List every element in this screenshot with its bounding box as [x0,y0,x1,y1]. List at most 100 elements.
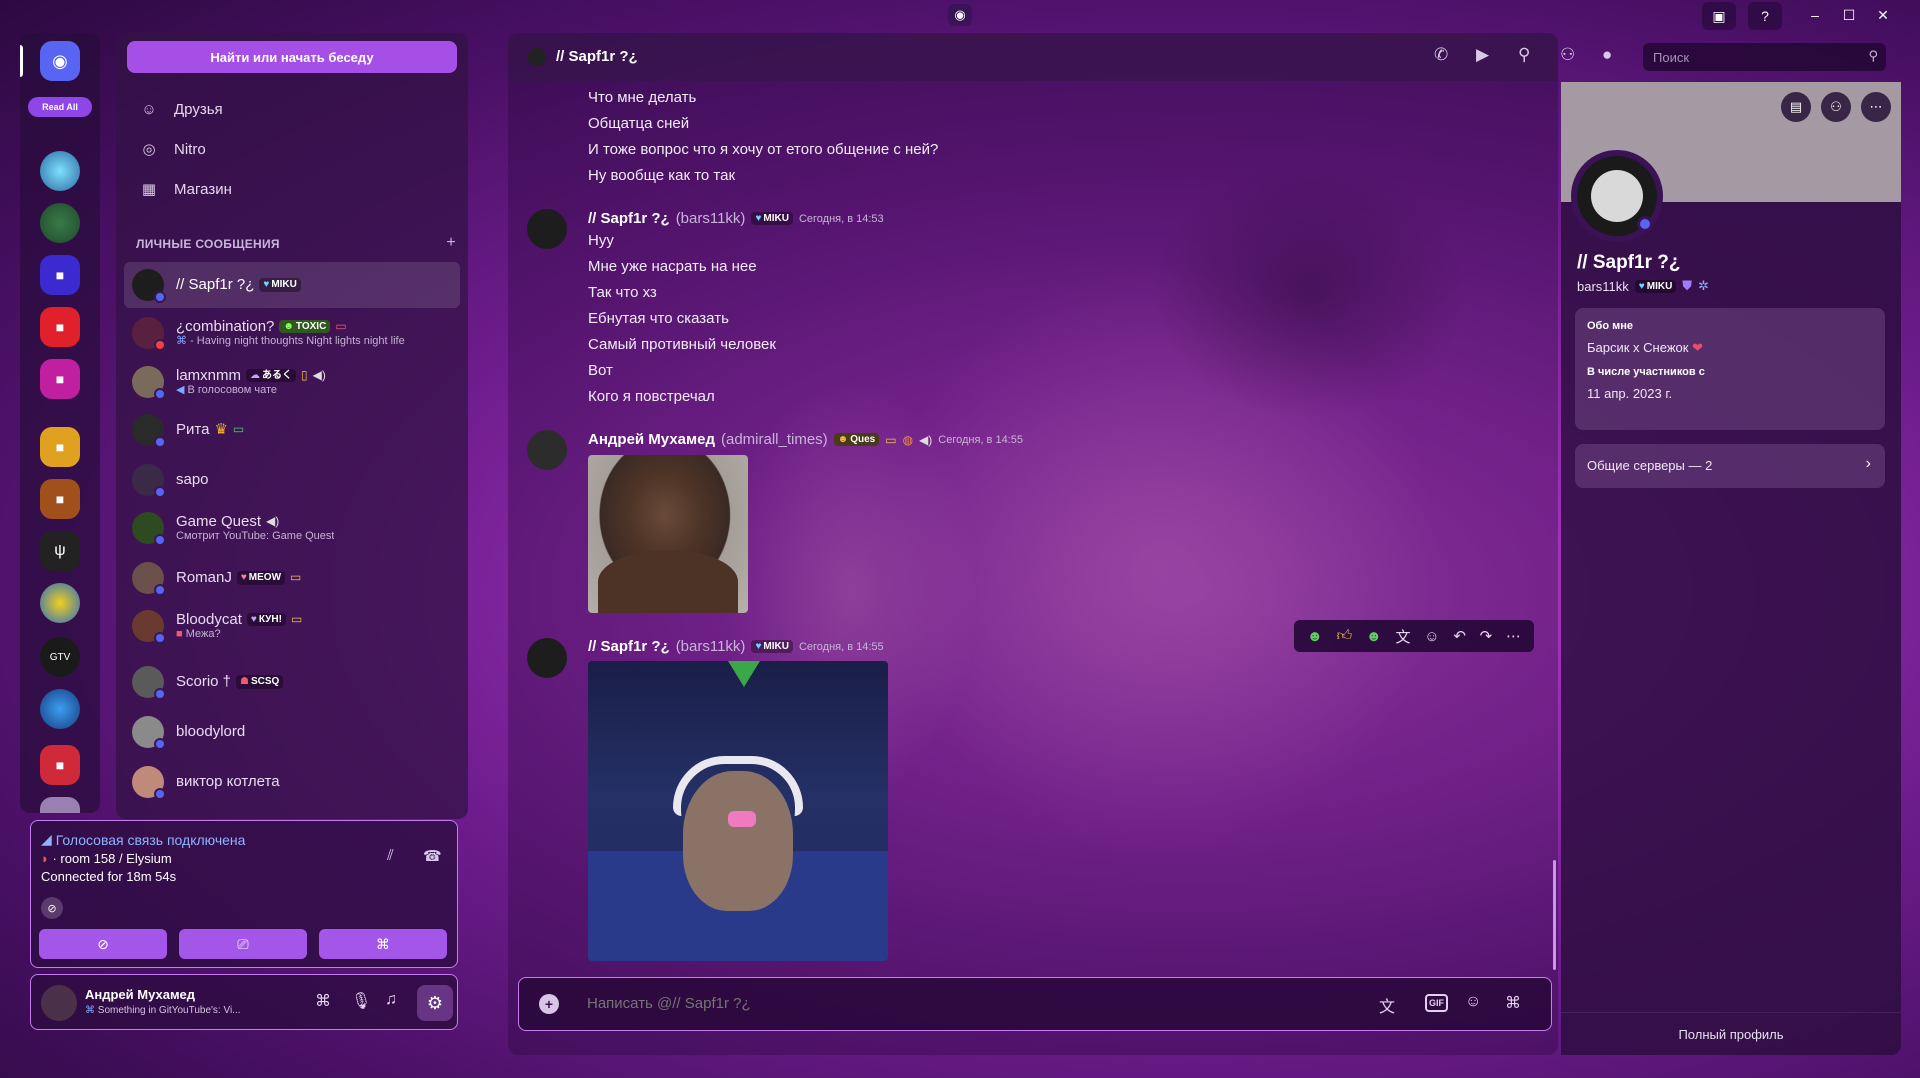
pin-icon[interactable]: ⚲ [1518,45,1530,65]
reply-icon[interactable]: ↶ [1453,627,1466,645]
home-button[interactable]: ◉ [40,41,80,81]
dm-item[interactable]: RomanJ ♥ MEOW ▭ [124,555,460,601]
folder-icon[interactable] [40,797,80,813]
more-options-icon[interactable]: ⋯ [1861,92,1891,122]
microphone-icon[interactable]: 🎙︎ [351,991,371,1011]
user-profile-icon[interactable]: ● [1602,45,1612,65]
voice-participant-avatar[interactable]: ⊘ [41,897,63,919]
add-friend-icon[interactable]: ⚇ [1821,92,1851,122]
message-image[interactable] [588,455,748,613]
full-profile-label: Полный профиль [1678,1026,1784,1042]
add-dm-button[interactable]: + [446,234,456,252]
noise-suppression-icon[interactable]: ⫽ [387,847,394,864]
server-icon[interactable] [40,689,80,729]
server-icon[interactable] [40,151,80,191]
message-author[interactable]: Андрей Мухамед [588,431,715,448]
dm-item[interactable]: Game Quest ◀) Смотрит YouTube: Game Quest [124,505,460,551]
voice-status[interactable]: Голосовая связь подключена [56,832,246,848]
nav-nitro[interactable]: ◎ Nitro [124,131,460,167]
folder-icon[interactable]: ■ [40,255,80,295]
reaction-emoji-icon[interactable]: ☻ [1366,628,1382,645]
dm-item[interactable]: виктор котлета [124,759,460,805]
message-author[interactable]: // Sapf1r ?¿ [588,210,670,227]
more-options-icon[interactable]: ⋯ [1506,627,1521,645]
gamepad-icon[interactable]: ⌘ [315,991,331,1011]
add-reaction-icon[interactable]: ☺ [1424,628,1439,645]
dm-item[interactable]: bloodylord [124,709,460,755]
avatar [132,317,166,351]
dm-item[interactable]: lamxnmm ☁ あるく ▯ ◀) ◀ В голосовом чате [124,359,460,405]
folder-icon[interactable]: ■ [40,359,80,399]
nav-shop[interactable]: ▦ Магазин [124,171,460,207]
status-dot [154,291,166,303]
tag-label: MIKU [271,279,297,291]
avatar[interactable] [527,638,567,678]
translate-icon[interactable]: 文 [1379,993,1395,1017]
gif-button[interactable]: GIF [1425,994,1448,1012]
folder-icon[interactable]: ■ [40,427,80,467]
server-icon[interactable] [40,583,80,623]
dm-item[interactable]: Рита ♛ ▭ [124,407,460,453]
minimize-button[interactable]: – [1800,2,1830,28]
folder-icon[interactable]: ■ [40,745,80,785]
disconnect-icon[interactable]: ☎ [423,847,442,865]
gtv-server-icon[interactable]: GTV [40,637,80,677]
inbox-icon[interactable]: ▣ [1702,2,1736,30]
mutual-servers-button[interactable]: Общие серверы — 2 › [1575,444,1885,488]
chat-scrollbar[interactable] [1553,860,1556,970]
server-icon[interactable] [40,203,80,243]
trident-server-icon[interactable]: ψ [40,531,80,571]
minimize-icon: – [1811,7,1819,23]
find-conversation-button[interactable]: Найти или начать беседу [127,41,457,73]
attach-plus-icon[interactable]: + [539,994,559,1014]
dm-item[interactable]: ¿combination? ☻ TOXIC ▭ ⌘ - Having night th… [124,310,460,356]
camera-toggle-button[interactable]: ⊘ [39,929,167,959]
status-dot [154,388,166,400]
dm-item[interactable]: sapo [124,457,460,503]
dm-item[interactable]: // Sapf1r ?¿ ♥ MIKU [124,262,460,308]
gamepad-icon[interactable]: ⌘ [1505,993,1521,1013]
folder-icon[interactable]: ■ [40,307,80,347]
call-icon[interactable]: ✆ [1434,45,1448,65]
settings-gear-icon[interactable]: ⚙ [417,985,453,1021]
tag-label: КУН! [258,613,282,625]
screen-share-button[interactable]: ⎚ [179,929,307,959]
full-profile-link[interactable]: Полный профиль [1561,1012,1901,1055]
search-input[interactable]: Поиск ⚲ [1643,43,1886,71]
thumbs-up-icon[interactable]: 👍︎ [1336,627,1352,645]
video-icon[interactable]: ▶ [1476,45,1489,65]
forward-icon[interactable]: ↷ [1480,627,1493,645]
add-friend-icon[interactable]: ⚇ [1560,45,1575,65]
dm-item[interactable]: Scorio † ☗ SCSQ [124,659,460,705]
avatar [132,766,166,800]
user-name[interactable]: Андрей Мухамед [85,987,195,1002]
reaction-emoji-icon[interactable]: ☻ [1307,628,1323,645]
dm-item[interactable]: Bloodycat ♥ КУН! ▭ ■ Межа? [124,603,460,649]
avatar[interactable] [527,209,567,249]
nav-label: Nitro [174,140,206,158]
avatar[interactable] [41,985,77,1021]
voice-timer: Connected for 18m 54s [41,869,177,884]
camera-off-icon: ⊘ [97,935,109,952]
translate-icon[interactable]: 文 [1395,626,1410,647]
close-button[interactable]: ✕ [1868,2,1898,28]
message-gif[interactable] [588,661,888,961]
maximize-button[interactable]: ☐ [1834,2,1864,28]
voice-room[interactable]: · room 158 / Elysium [52,851,171,866]
headphones-icon[interactable]: ♫ [385,991,397,1009]
activity-button[interactable]: ⌘ [319,929,447,959]
emoji-icon[interactable]: ☺ [1465,993,1481,1011]
message-text: Ну вообще как то так [588,167,736,184]
server-tag: ☻ Ques [833,433,880,446]
read-all-button[interactable]: Read All [28,97,92,117]
profile-avatar[interactable] [1571,150,1663,242]
message-input[interactable] [587,995,1347,1012]
notes-icon[interactable]: ▤ [1781,92,1811,122]
folder-icon[interactable]: ■ [40,479,80,519]
avatar[interactable] [527,430,567,470]
help-label: ? [1761,8,1769,24]
nav-friends[interactable]: ☺ Друзья [124,91,460,127]
help-icon[interactable]: ? [1748,2,1782,30]
message-text: Что мне делать [588,89,697,106]
message-author[interactable]: // Sapf1r ?¿ [588,638,670,655]
